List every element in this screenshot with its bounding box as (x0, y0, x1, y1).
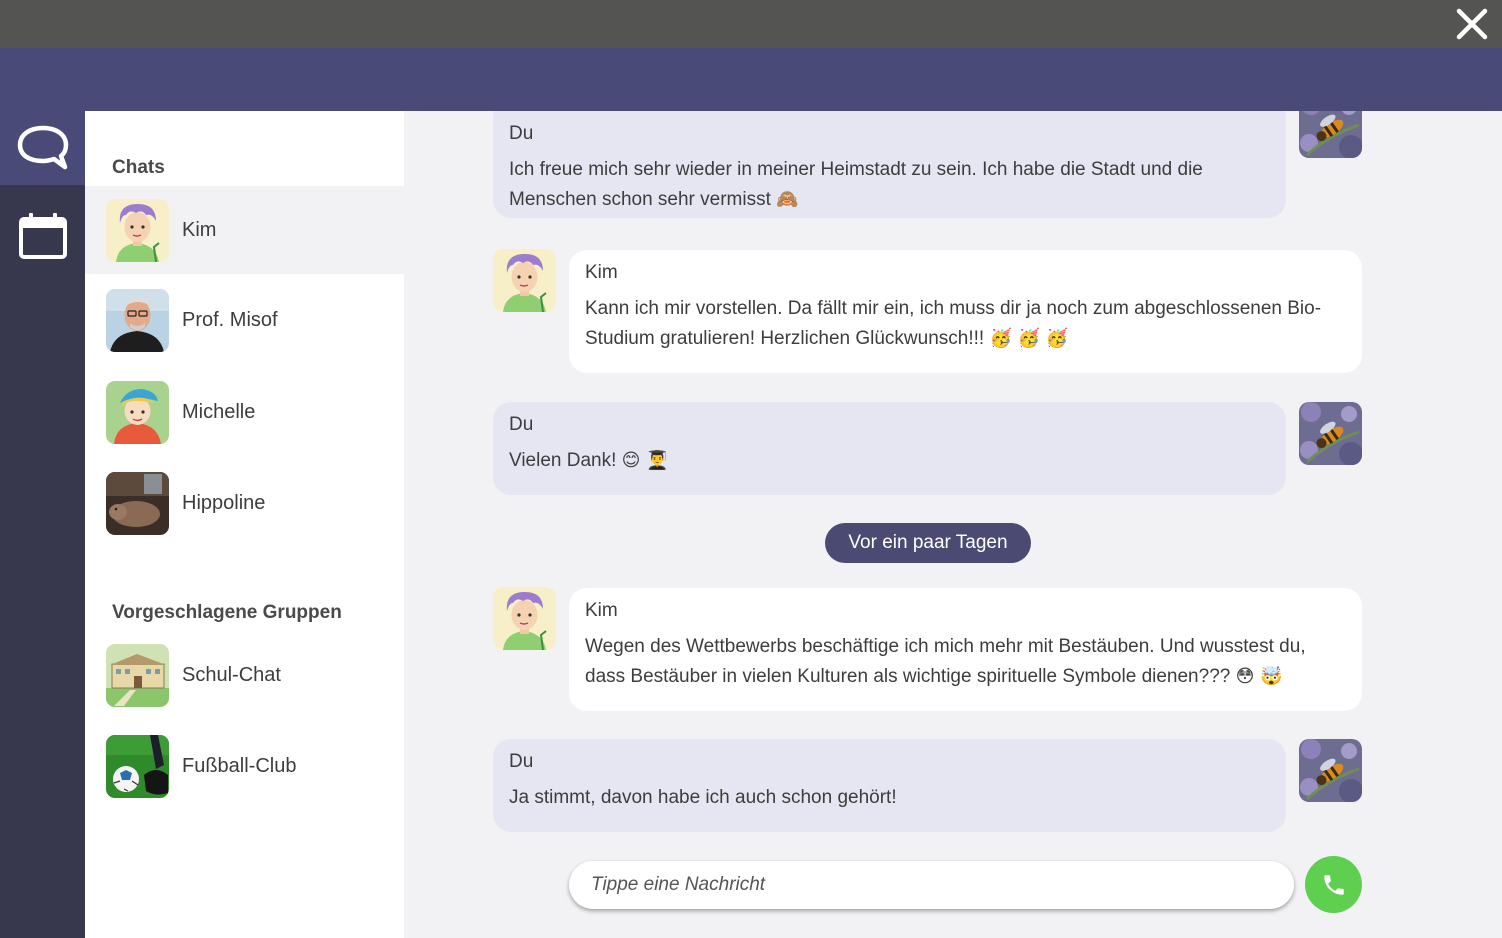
message-body: Wegen des Wettbewerbs beschäftige ich mi… (585, 636, 1306, 687)
message-sender: Du (509, 751, 534, 772)
message-text: Vielen Dank! 😊 👨‍🎓 (509, 446, 1270, 476)
window-title-bar (0, 0, 1502, 48)
group-item-fussball-club[interactable]: Fußball-Club (85, 722, 404, 810)
message-text: Kann ich mir vorstellen. Da fällt mir ei… (585, 294, 1346, 354)
group-item-schul-chat[interactable]: Schul-Chat (85, 631, 404, 719)
message-bubble: Du Vielen Dank! 😊 👨‍🎓 (493, 402, 1286, 495)
chat-name: Prof. Misof (182, 308, 278, 331)
message-sender: Du (509, 123, 534, 144)
school-avatar (106, 644, 169, 707)
message-bubble: Du Ich freue mich sehr wieder in meiner … (493, 111, 1286, 218)
chat-name: Michelle (182, 400, 256, 423)
message-composer (569, 861, 1294, 909)
message-body: Kann ich mir vorstellen. Da fällt mir ei… (585, 298, 1322, 349)
app-header (0, 48, 1502, 111)
message-text: Ja stimmt, davon habe ich auch schon geh… (509, 783, 1270, 813)
misof-avatar (106, 289, 169, 352)
message-sender: Kim (585, 262, 618, 283)
conversation-pane: Du Ich freue mich sehr wieder in meiner … (404, 111, 1502, 938)
football-avatar (106, 735, 169, 798)
hippoline-avatar (106, 472, 169, 535)
message-sender: Du (509, 414, 534, 435)
message-bubble: Kim Kann ich mir vorstellen. Da fällt mi… (569, 250, 1362, 373)
calendar-icon[interactable] (0, 199, 85, 273)
message-emoji: 🥳 🥳 🥳 (989, 328, 1069, 349)
message-bubble: Du Ja stimmt, davon habe ich auch schon … (493, 739, 1286, 832)
group-name: Schul-Chat (182, 663, 281, 686)
message-text: Wegen des Wettbewerbs beschäftige ich mi… (585, 632, 1346, 692)
chat-name: Hippoline (182, 491, 266, 514)
chat-item-kim[interactable]: Kim (85, 186, 404, 274)
close-icon[interactable] (1454, 6, 1490, 42)
my-avatar (1299, 111, 1362, 158)
chats-heading: Chats (112, 157, 165, 178)
phone-icon (1323, 874, 1344, 895)
call-button[interactable] (1305, 856, 1362, 913)
message-body: Vielen Dank! (509, 450, 617, 471)
message-body: Ja stimmt, davon habe ich auch schon geh… (509, 787, 897, 808)
message-sender: Kim (585, 600, 618, 621)
kim-avatar (106, 199, 169, 262)
kim-avatar (493, 249, 556, 312)
message-body: Ich freue mich sehr wieder in meiner Hei… (509, 159, 1203, 210)
message-text: Ich freue mich sehr wieder in meiner Hei… (509, 155, 1270, 215)
message-emoji: 😊 👨‍🎓 (621, 450, 669, 471)
message-input[interactable] (569, 861, 1294, 909)
my-avatar (1299, 739, 1362, 802)
chat-item-prof-misof[interactable]: Prof. Misof (85, 276, 404, 364)
date-separator: Vor ein paar Tagen (825, 523, 1031, 563)
chat-bubble-icon[interactable] (0, 111, 85, 185)
chat-sidebar: Chats Kim Prof. Misof Michelle Hippoline… (85, 111, 404, 938)
group-name: Fußball-Club (182, 754, 297, 777)
message-emoji: 😳 🤯 (1235, 666, 1283, 687)
nav-rail (0, 111, 85, 938)
chat-name: Kim (182, 218, 217, 241)
message-emoji: 🙈 (776, 189, 799, 210)
michelle-avatar (106, 381, 169, 444)
chat-item-hippoline[interactable]: Hippoline (85, 459, 404, 547)
groups-heading: Vorgeschlagene Gruppen (112, 602, 342, 623)
kim-avatar (493, 587, 556, 650)
my-avatar (1299, 402, 1362, 465)
message-bubble: Kim Wegen des Wettbewerbs beschäftige ic… (569, 588, 1362, 711)
chat-item-michelle[interactable]: Michelle (85, 368, 404, 456)
